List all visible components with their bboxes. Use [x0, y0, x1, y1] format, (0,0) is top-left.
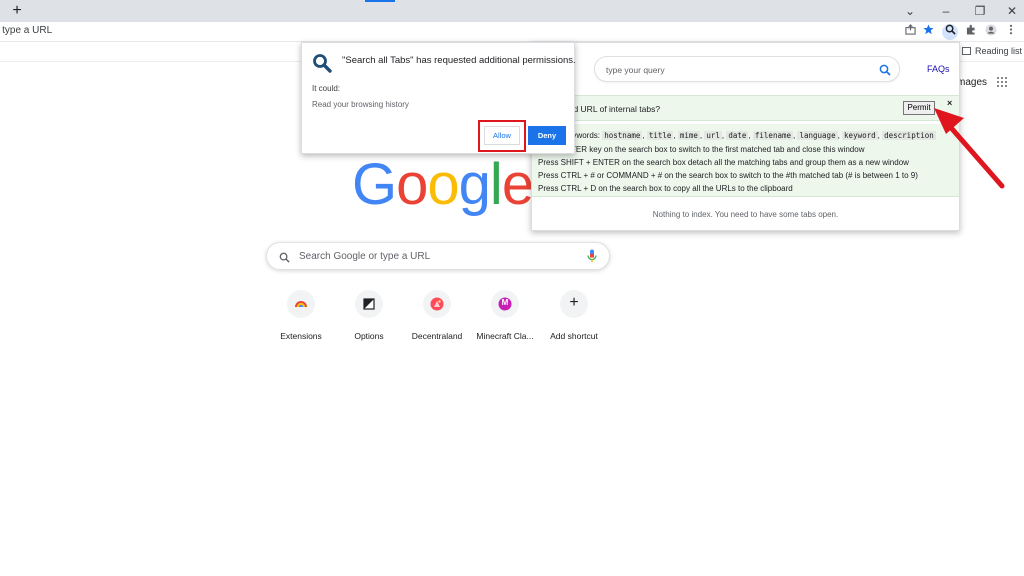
google-search-input[interactable]: Search Google or type a URL: [299, 251, 430, 262]
faqs-link[interactable]: FAQs: [927, 64, 950, 74]
google-search-box[interactable]: Search Google or type a URL: [266, 242, 610, 270]
decentraland-icon: [423, 290, 451, 318]
logo-letter: o: [427, 152, 459, 217]
reading-list-icon: [962, 47, 971, 55]
keyword-chip: hostname: [602, 131, 643, 140]
omnibox[interactable]: r type a URL: [0, 25, 52, 36]
active-tab-indicator: [365, 0, 395, 2]
reading-list-button[interactable]: Reading list: [962, 46, 1022, 56]
permission-dialog: "Search all Tabs" has requested addition…: [301, 42, 576, 154]
keywords-line: keywords: hostname, title, mime, url, da…: [564, 131, 936, 140]
shortcut-label: Minecraft Cla...: [476, 331, 534, 341]
shortcut-decentraland[interactable]: Decentraland: [402, 290, 472, 341]
bookmark-star-icon[interactable]: [920, 24, 936, 40]
help-line: Press CTRL + # or COMMAND + # on the sea…: [538, 171, 918, 180]
maximize-button[interactable]: ❐: [970, 3, 990, 19]
close-window-button[interactable]: ✕: [1002, 3, 1022, 19]
options-square-icon: [355, 290, 383, 318]
help-line: Press SHIFT + ENTER on the search box de…: [538, 158, 909, 167]
deny-button[interactable]: Deny: [528, 126, 566, 145]
chrome-rainbow-icon: [287, 290, 315, 318]
permit-bar: and URL of internal tabs? Permit ×: [532, 95, 959, 121]
plus-icon: +: [560, 290, 588, 318]
minecraft-letter: M: [501, 298, 509, 307]
minecraft-m-icon: M: [491, 290, 519, 318]
browser-toolbar: r type a URL: [0, 22, 1024, 42]
extensions-puzzle-icon[interactable]: [963, 24, 979, 40]
keyword-chip: date: [726, 131, 749, 140]
help-line: TER key on the search box to switch to t…: [571, 145, 865, 154]
permit-question: and URL of internal tabs?: [564, 104, 661, 114]
it-could-label: It could:: [312, 84, 341, 93]
shortcut-label: Add shortcut: [550, 331, 598, 341]
allow-button[interactable]: Allow: [484, 126, 520, 145]
query-box[interactable]: type your query: [594, 56, 900, 82]
add-shortcut-button[interactable]: + Add shortcut: [539, 290, 609, 341]
keyword-chip: title: [646, 131, 674, 140]
search-icon[interactable]: [879, 63, 891, 81]
shortcut-label: Extensions: [280, 331, 322, 341]
logo-letter: G: [352, 152, 397, 217]
images-link[interactable]: mages: [957, 77, 987, 88]
profile-icon[interactable]: [983, 24, 999, 40]
plus-glyph: +: [569, 294, 579, 311]
keyword-chip: url: [704, 131, 722, 140]
more-menu-icon[interactable]: [1003, 24, 1019, 40]
search-all-tabs-icon[interactable]: [942, 24, 958, 40]
logo-letter: e: [501, 152, 534, 217]
red-arrow-annotation: [934, 108, 1005, 189]
tab-strip: + ⌄ – ❐ ✕: [0, 0, 1024, 22]
help-panel: keywords: hostname, title, mime, url, da…: [532, 124, 959, 197]
help-line: Press CTRL + D on the search box to copy…: [538, 184, 793, 193]
tab-search-chevron-icon[interactable]: ⌄: [900, 3, 920, 19]
keyword-chip: language: [797, 131, 838, 140]
shortcut-options[interactable]: Options: [334, 290, 404, 341]
minimize-button[interactable]: –: [936, 3, 956, 19]
search-icon: [279, 250, 290, 268]
permission-item: Read your browsing history: [312, 100, 409, 109]
reading-list-label: Reading list: [975, 46, 1023, 56]
query-input[interactable]: type your query: [606, 65, 665, 75]
shortcut-label: Decentraland: [411, 331, 463, 341]
search-all-tabs-popup: type your query FAQs and URL of internal…: [531, 42, 960, 231]
shortcut-label: Options: [354, 331, 384, 341]
permission-title: "Search all Tabs" has requested addition…: [342, 55, 576, 66]
shortcut-extensions[interactable]: Extensions: [266, 290, 336, 341]
google-logo: Google: [352, 152, 534, 218]
search-all-tabs-logo-icon: [312, 53, 332, 78]
keyword-chip: keyword: [842, 131, 878, 140]
share-icon[interactable]: [902, 24, 918, 40]
empty-message: Nothing to index. You need to have some …: [652, 210, 839, 219]
logo-letter: o: [396, 152, 428, 217]
logo-letter: g: [458, 152, 491, 217]
voice-search-mic-icon[interactable]: [587, 249, 597, 268]
keyword-chip: mime: [677, 131, 700, 140]
logo-letter: l: [489, 152, 503, 217]
apps-grid-icon[interactable]: [997, 77, 1007, 87]
keyword-chip: filename: [752, 131, 794, 140]
new-tab-button[interactable]: +: [10, 2, 24, 20]
shortcut-minecraft[interactable]: M Minecraft Cla...: [470, 290, 540, 341]
